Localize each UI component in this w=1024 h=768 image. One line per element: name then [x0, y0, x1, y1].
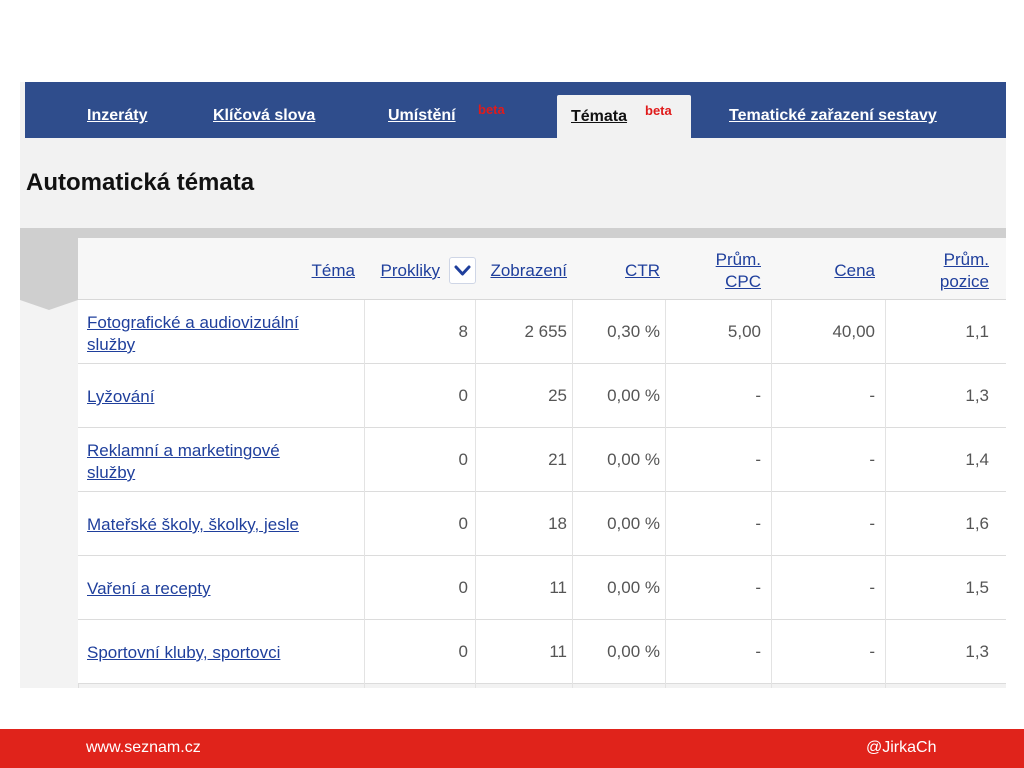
ctr-value: 0,00 %: [607, 386, 660, 405]
column-divider: [885, 300, 886, 688]
pozice-value: 1,4: [965, 450, 989, 469]
cpc-value: 5,00: [727, 322, 761, 341]
topic-link[interactable]: Fotografické a audiovizuální služby: [87, 312, 357, 356]
prokliky-value: 0: [458, 642, 468, 661]
topic-link[interactable]: Vaření a recepty: [87, 578, 357, 600]
pozice-value: 1,5: [965, 578, 989, 597]
topic-link-line2: služby: [87, 463, 136, 482]
cena-value: -: [869, 642, 875, 661]
column-header-prum-cpc-line2: CPC: [725, 272, 761, 291]
prokliky-value: 0: [458, 578, 468, 597]
tab-umisteni[interactable]: Umístění: [388, 107, 456, 125]
column-divider: [572, 300, 573, 688]
column-divider: [475, 300, 476, 688]
topic-link[interactable]: Mateřské školy, školky, jesle: [87, 514, 357, 536]
pozice-value: 1,6: [965, 514, 989, 533]
column-header-cena[interactable]: Cena: [834, 260, 875, 282]
tab-bar: Inzeráty Klíčová slova Umístění beta Tém…: [25, 82, 1006, 140]
tab-umisteni-beta-badge: beta: [478, 102, 505, 117]
table-row: Lyžování 0 25 0,00 % - - 1,3: [78, 364, 1006, 428]
pozice-value: 1,3: [965, 642, 989, 661]
ctr-value: 0,00 %: [607, 450, 660, 469]
topic-link-line1: Reklamní a marketingové: [87, 441, 280, 460]
topic-link-line2: služby: [87, 335, 136, 354]
prokliky-value: 8: [458, 322, 468, 341]
tab-klicova-slova[interactable]: Klíčová slova: [213, 107, 315, 125]
tab-temata[interactable]: Témata beta: [557, 95, 691, 140]
cpc-value: -: [755, 450, 761, 469]
cena-value: 40,00: [832, 322, 875, 341]
tab-tematicke-zarazeni[interactable]: Tematické zařazení sestavy: [729, 107, 937, 125]
column-header-prum-cpc[interactable]: Prům. CPC: [716, 249, 761, 293]
column-header-tema[interactable]: Téma: [312, 260, 355, 282]
footer-website: www.seznam.cz: [86, 739, 201, 756]
cpc-value: -: [755, 386, 761, 405]
footer-handle: @JirkaCh: [866, 739, 937, 756]
pozice-value: 1,3: [965, 386, 989, 405]
zobrazeni-value: 11: [549, 642, 567, 661]
column-header-zobrazeni[interactable]: Zobrazení: [490, 260, 567, 282]
prokliky-value: 0: [458, 386, 468, 405]
topic-link-line1: Fotografické a audiovizuální: [87, 313, 299, 332]
header-flag-shape: [20, 228, 78, 310]
column-header-prum-pozice-line1: Prům.: [943, 250, 989, 269]
cena-value: -: [869, 386, 875, 405]
table-row: Mateřské školy, školky, jesle 0 18 0,00 …: [78, 492, 1006, 556]
ctr-value: 0,00 %: [607, 642, 660, 661]
tab-temata-label: Témata: [571, 108, 628, 125]
table-row: Fotografické a audiovizuální služby 8 2 …: [78, 300, 1006, 364]
ctr-value: 0,00 %: [607, 578, 660, 597]
zobrazeni-value: 18: [548, 514, 567, 533]
cena-value: -: [869, 514, 875, 533]
ctr-value: 0,00 %: [607, 514, 660, 533]
table-row: Sportovní kluby, sportovci 0 11 0,00 % -…: [78, 620, 1006, 684]
footer-bar: www.seznam.cz @JirkaCh: [0, 729, 1024, 768]
cpc-value: -: [755, 578, 761, 597]
cena-value: -: [869, 578, 875, 597]
column-header-prokliky[interactable]: Prokliky: [380, 260, 440, 282]
ctr-value: 0,30 %: [607, 322, 660, 341]
table-row: Vaření a recepty 0 11 0,00 % - - 1,5: [78, 556, 1006, 620]
column-header-ctr[interactable]: CTR: [625, 260, 660, 282]
cpc-value: -: [755, 514, 761, 533]
tab-inzeraty[interactable]: Inzeráty: [87, 107, 147, 125]
column-divider: [771, 300, 772, 688]
chevron-down-icon: [454, 265, 471, 276]
zobrazeni-value: 21: [548, 450, 567, 469]
topic-link[interactable]: Sportovní kluby, sportovci: [87, 642, 357, 664]
column-header-prum-pozice-line2: pozice: [939, 272, 989, 291]
zobrazeni-value: 25: [548, 386, 567, 405]
prokliky-value: 0: [458, 450, 468, 469]
screenshot-frame: Inzeráty Klíčová slova Umístění beta Tém…: [20, 82, 1006, 688]
zobrazeni-value: 2 655: [524, 322, 567, 341]
column-header-prum-pozice[interactable]: Prům. pozice: [940, 249, 989, 293]
cena-value: -: [869, 450, 875, 469]
zobrazeni-value: 11: [549, 578, 567, 597]
column-divider: [665, 300, 666, 688]
table-row: Reklamní a marketingové služby 0 21 0,00…: [78, 428, 1006, 492]
prokliky-value: 0: [458, 514, 468, 533]
sort-toggle-button[interactable]: [449, 257, 476, 284]
tab-temata-beta-badge: beta: [645, 103, 672, 118]
cpc-value: -: [755, 642, 761, 661]
column-header-prum-cpc-line1: Prům.: [715, 250, 761, 269]
topic-link[interactable]: Reklamní a marketingové služby: [87, 440, 357, 484]
column-divider: [364, 300, 365, 688]
page-title: Automatická témata: [26, 169, 255, 196]
topic-link[interactable]: Lyžování: [87, 386, 357, 408]
pozice-value: 1,1: [965, 322, 989, 341]
